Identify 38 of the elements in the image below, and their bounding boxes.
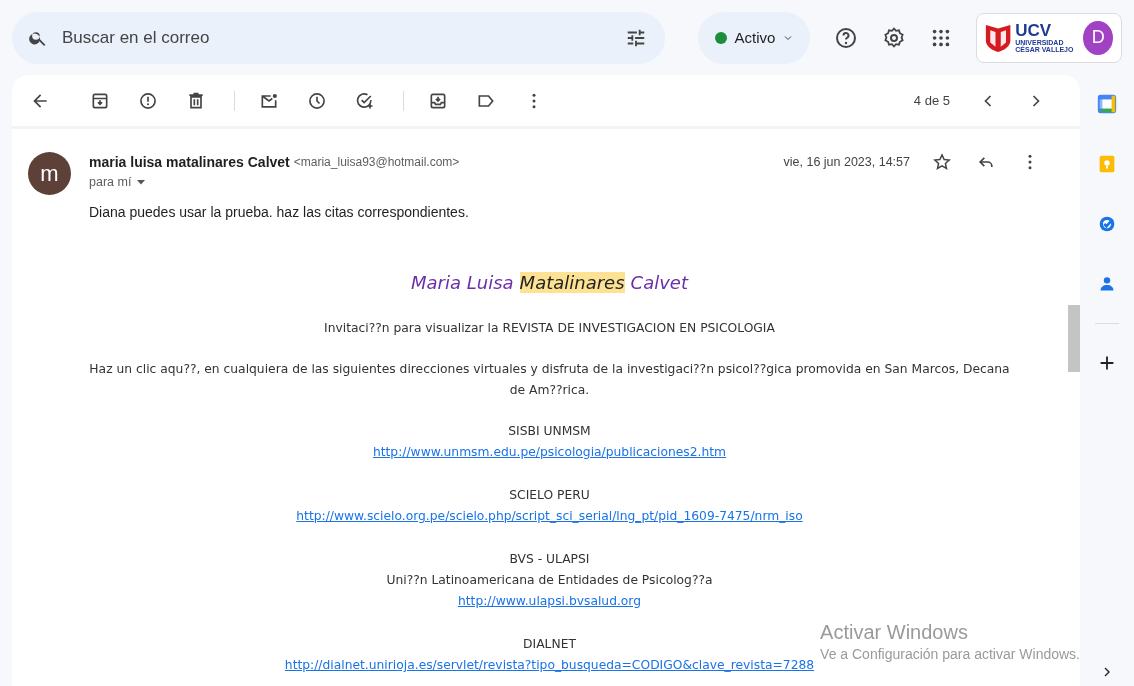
message-text: Diana puedes usar la prueba. haz las citas correspondientes.	[89, 204, 470, 220]
sender-avatar: m	[28, 152, 71, 195]
scrollbar-thumb[interactable]	[1068, 305, 1080, 372]
sender-email: <maria_luisa93@hotmail.com>	[293, 155, 460, 169]
recipient-dropdown[interactable]: para mí	[89, 175, 147, 189]
activation-text: Ve a Configuración para activar Windows.	[820, 646, 1080, 662]
caret-icon	[136, 177, 147, 187]
settings-icon[interactable]	[882, 25, 906, 50]
body-text: Haz un clic aqu??, en cualquiera de las siguientes direcciones virtuales y disfruta de la investigaci??n psicol??gica promovida en San Marcos, Decana de Am??rica.	[89, 361, 1010, 399]
activation-title: Activar Windows	[820, 621, 969, 644]
clock-icon[interactable]	[307, 90, 327, 111]
search-field[interactable]: Buscar en el correo	[60, 26, 613, 49]
source-link[interactable]: http://www.scielo.org.pe/scielo.php/script_sci_serial/lng_pt/pid_1609-7475/nrm_iso	[296, 506, 803, 527]
signature-text: Matalinares	[519, 272, 625, 293]
help-icon[interactable]	[834, 25, 858, 50]
source-name: Uni??n Latinoamericana de Entidades de Psicolog??a	[386, 572, 713, 589]
message-counter: 4 de 5	[913, 93, 950, 108]
status-button[interactable]: Activo	[698, 11, 810, 64]
signature-text: Calvet	[630, 272, 688, 293]
source-link[interactable]: http://www.ulapsi.bvsalud.org	[458, 591, 641, 612]
source-name: SISBI UNMSM	[508, 423, 591, 440]
add-task-icon[interactable]	[355, 90, 375, 111]
source-link[interactable]: http://dialnet.unirioja.es/servlet/revista?tipo_busqueda=CODIGO&clave_revista=7288	[284, 655, 815, 676]
star-icon[interactable]	[932, 152, 952, 172]
source-name: BVS - ULAPSI	[509, 551, 590, 568]
search-bar[interactable]: Buscar en el correo	[12, 11, 665, 64]
account-avatar[interactable]: D	[1083, 20, 1113, 55]
trash-icon[interactable]	[186, 90, 206, 111]
body-text: Invitaci??n para visualizar la REVISTA DE INVESTIGACION EN PSICOLOGIA	[323, 320, 776, 337]
calendar-icon[interactable]	[1096, 93, 1118, 115]
sender-name: maria luisa matalinares Calvet	[89, 154, 290, 170]
org-name: UCV	[1015, 21, 1053, 39]
source-name: DIALNET	[523, 636, 576, 653]
spam-icon[interactable]	[138, 90, 158, 111]
signature-text: Maria Luisa	[411, 272, 514, 293]
source-name: SCIELO PERU	[509, 487, 590, 504]
message-date: vie, 16 jun 2023, 14:57	[783, 155, 910, 169]
source-link[interactable]: http://www.unmsm.edu.pe/psicologia/publicaciones2.htm	[372, 442, 727, 463]
